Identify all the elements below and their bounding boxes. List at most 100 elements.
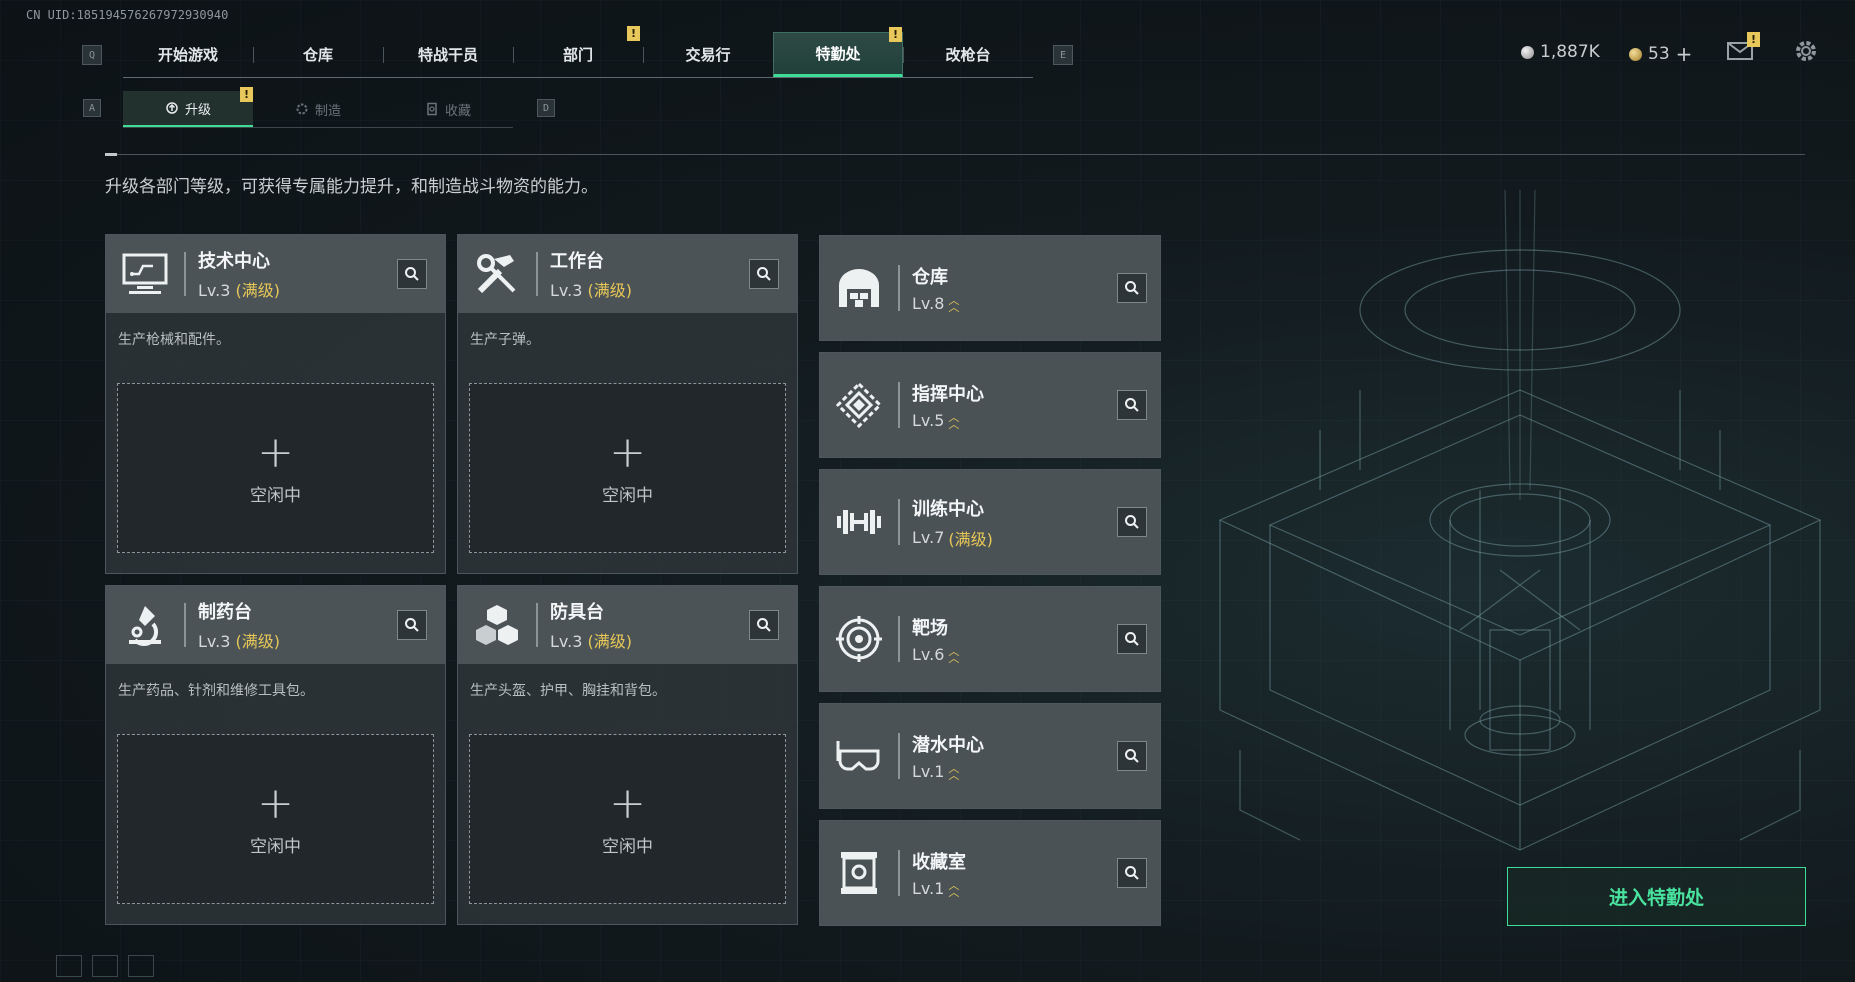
subtab-label: 制造 — [314, 103, 341, 119]
header-separator — [898, 733, 900, 779]
subnav-next-key[interactable]: D — [537, 99, 555, 117]
inspect-search-icon[interactable] — [397, 610, 427, 640]
max-level-tag: (满级) — [587, 632, 633, 651]
computer-icon — [106, 235, 184, 313]
card-title: 技术中心 — [198, 251, 270, 272]
gold-currency[interactable]: 53 + — [1629, 42, 1692, 66]
enter-special-ops-button[interactable]: 进入特勤处 — [1507, 867, 1806, 926]
inspect-search-icon[interactable] — [1117, 624, 1147, 654]
facility-name: 潜水中心 — [912, 735, 984, 756]
inspect-search-icon[interactable] — [749, 610, 779, 640]
production-slot[interactable]: + 空闲中 — [469, 383, 786, 553]
level-value: Lv.7 — [912, 528, 945, 547]
tab-label: 仓库 — [302, 46, 333, 64]
level-value: Lv.6 — [912, 645, 945, 664]
facility-collection-room[interactable]: 收藏室 Lv.1 ︿ ︿ — [819, 820, 1161, 926]
footer-mark — [128, 955, 154, 977]
inspect-search-icon[interactable] — [749, 259, 779, 289]
facility-shooting-range[interactable]: 靶场 Lv.6 ︿ ︿ — [819, 586, 1161, 692]
header-separator — [898, 850, 900, 896]
base-hologram-illustration — [1218, 190, 1822, 851]
upgrade-arrow-icon: ︿ ︿ — [948, 761, 960, 782]
facility-dive-center[interactable]: 潜水中心 Lv.1 ︿ ︿ — [819, 703, 1161, 809]
card-level: Lv.3 (满级) — [198, 628, 280, 652]
level-value: Lv.3 — [550, 632, 583, 651]
target-icon — [820, 586, 898, 692]
inspect-search-icon[interactable] — [1117, 507, 1147, 537]
collection-icon — [427, 102, 437, 116]
slot-status: 空闲中 — [602, 836, 653, 857]
subtab-craft[interactable]: 制造 — [253, 91, 383, 127]
tab-special-ops[interactable]: 特勤处 ! — [773, 27, 903, 77]
craft-card-armor-bench[interactable]: 防具台 Lv.3 (满级) 生产头盔、护甲、胸挂和背包。 + 空闲中 — [457, 585, 798, 925]
settings-gear-icon[interactable] — [1793, 38, 1819, 64]
mail-icon[interactable]: ! — [1727, 32, 1760, 60]
add-slot-icon: + — [609, 777, 646, 829]
inspect-search-icon[interactable] — [1117, 741, 1147, 771]
inspect-search-icon[interactable] — [1117, 273, 1147, 303]
tab-department[interactable]: 部门 ! — [513, 26, 643, 77]
facility-level: Lv.1 ︿ ︿ — [912, 879, 966, 898]
header-separator — [898, 382, 900, 428]
tab-trading[interactable]: 交易行 — [643, 32, 773, 77]
header-separator — [536, 252, 538, 296]
facility-level: Lv.8 ︿ ︿ — [912, 294, 959, 313]
header-separator — [898, 616, 900, 662]
upgrade-arrow-icon: ︿ ︿ — [948, 293, 960, 314]
tab-label: 特战干员 — [417, 46, 478, 64]
inspect-search-icon[interactable] — [397, 259, 427, 289]
gold-coin-icon — [1629, 47, 1642, 61]
header-separator — [898, 265, 900, 311]
gold-amount: 53 — [1648, 44, 1670, 64]
tab-warehouse[interactable]: 仓库 — [253, 32, 383, 77]
card-title: 制药台 — [198, 602, 252, 623]
facility-warehouse[interactable]: 仓库 Lv.8 ︿ ︿ — [819, 235, 1161, 341]
add-slot-icon: + — [257, 426, 294, 478]
alert-badge: ! — [889, 27, 902, 42]
facility-name: 指挥中心 — [912, 384, 984, 405]
nav-prev-key[interactable]: Q — [82, 45, 102, 65]
card-level: Lv.3 (满级) — [550, 628, 632, 652]
craft-card-workbench[interactable]: 工作台 Lv.3 (满级) 生产子弹。 + 空闲中 — [457, 234, 798, 574]
card-level: Lv.3 (满级) — [550, 277, 632, 301]
subtab-upgrade[interactable]: 升级 ! — [123, 87, 253, 127]
facility-training-center[interactable]: 训练中心 Lv.7 (满级) — [819, 469, 1161, 575]
level-value: Lv.3 — [198, 281, 231, 300]
facility-name: 靶场 — [912, 618, 948, 639]
max-level-tag: (满级) — [948, 529, 993, 549]
subtab-label: 升级 — [184, 102, 211, 118]
goggles-icon — [820, 703, 898, 809]
card-header: 工作台 Lv.3 (满级) — [458, 235, 797, 313]
footer-mark — [92, 955, 118, 977]
boxes-icon — [458, 586, 536, 664]
card-title: 工作台 — [550, 251, 604, 272]
level-value: Lv.1 — [912, 762, 945, 781]
inspect-search-icon[interactable] — [1117, 390, 1147, 420]
facility-level: Lv.5 ︿ ︿ — [912, 411, 984, 430]
production-slot[interactable]: + 空闲中 — [117, 383, 434, 553]
card-header: 技术中心 Lv.3 (满级) — [106, 235, 445, 313]
add-gold-icon[interactable]: + — [1676, 42, 1693, 66]
craft-card-tech-center[interactable]: 技术中心 Lv.3 (满级) 生产枪械和配件。 + 空闲中 — [105, 234, 446, 574]
tab-start-game[interactable]: 开始游戏 — [123, 32, 253, 77]
level-value: Lv.8 — [912, 294, 945, 313]
silver-amount: 1,887K — [1540, 42, 1600, 62]
nav-next-key[interactable]: E — [1053, 45, 1073, 65]
warehouse-icon — [820, 235, 898, 341]
dumbbell-icon — [820, 469, 898, 575]
inspect-search-icon[interactable] — [1117, 858, 1147, 888]
facility-name: 收藏室 — [912, 852, 966, 873]
tab-operators[interactable]: 特战干员 — [383, 32, 513, 77]
tab-gunsmith[interactable]: 改枪台 — [903, 32, 1033, 77]
upgrade-arrow-icon: ︿ ︿ — [948, 878, 960, 899]
facility-name: 训练中心 — [912, 498, 984, 520]
subtab-collection[interactable]: 收藏 — [383, 91, 513, 127]
upgrade-icon — [166, 102, 178, 114]
production-slot[interactable]: + 空闲中 — [469, 734, 786, 904]
card-header: 防具台 Lv.3 (满级) — [458, 586, 797, 664]
craft-card-pharmacy[interactable]: 制药台 Lv.3 (满级) 生产药品、针剂和维修工具包。 + 空闲中 — [105, 585, 446, 925]
top-nav: 开始游戏 仓库 特战干员 部门 ! 交易行 特勤处 ! 改枪台 — [123, 26, 1033, 78]
production-slot[interactable]: + 空闲中 — [117, 734, 434, 904]
subnav-prev-key[interactable]: A — [83, 99, 101, 117]
facility-command-center[interactable]: 指挥中心 Lv.5 ︿ ︿ — [819, 352, 1161, 458]
